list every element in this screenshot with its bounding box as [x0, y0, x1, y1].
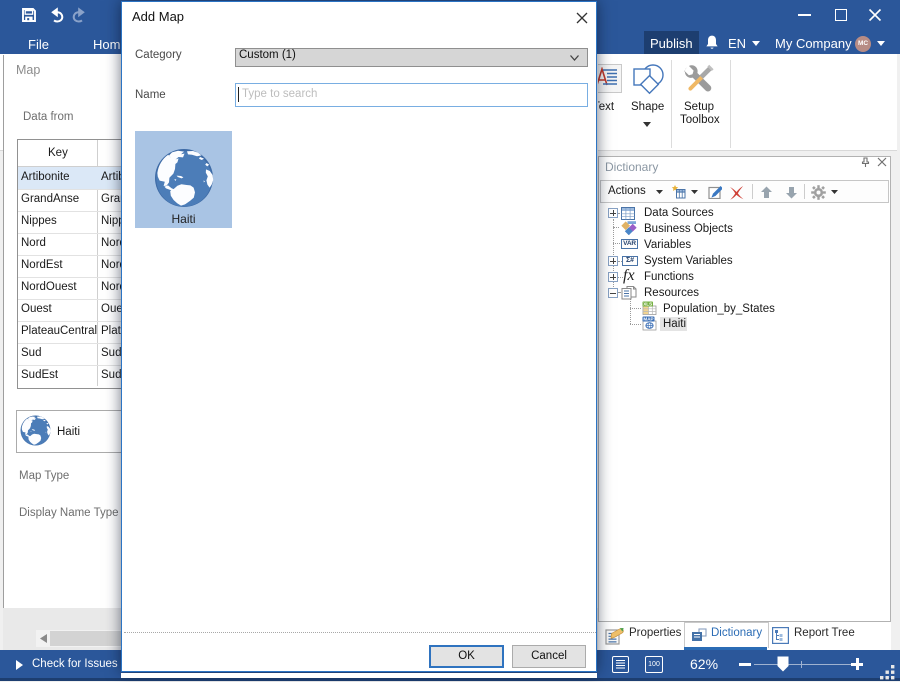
svg-text:XLS: XLS: [643, 302, 652, 307]
svg-text:MAP: MAP: [643, 317, 653, 322]
